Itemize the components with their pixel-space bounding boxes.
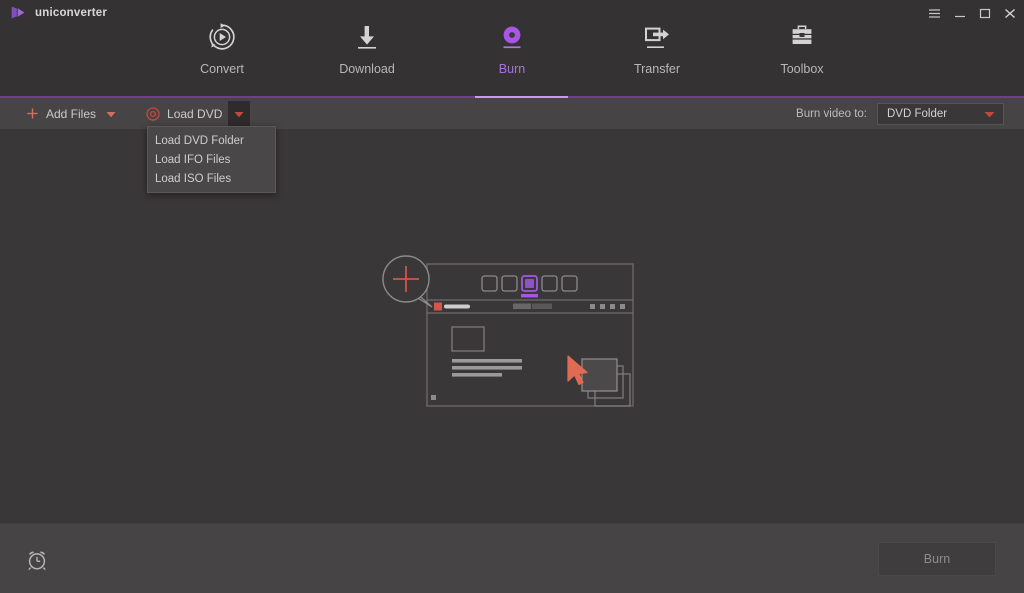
add-files-dropdown-toggle[interactable] <box>100 98 122 129</box>
menu-item-load-ifo-files[interactable]: Load IFO Files <box>148 150 275 169</box>
main-tabs: Convert Download Burn Transfer Toolbox <box>0 18 1024 76</box>
burn-action-button[interactable]: Burn <box>878 542 996 576</box>
disc-icon <box>146 106 160 121</box>
tab-toolbox[interactable]: Toolbox <box>757 18 847 76</box>
burn-action-button-label: Burn <box>923 552 951 566</box>
menu-item-load-iso-files[interactable]: Load ISO Files <box>148 169 275 188</box>
toolbar-right-group: Burn video to: DVD Folder <box>796 98 1004 129</box>
header-navbar: uniconverter Convert Download Burn Trans… <box>0 0 1024 98</box>
chevron-down-icon <box>106 105 116 123</box>
toolbox-briefcase-icon <box>787 18 817 56</box>
tab-convert[interactable]: Convert <box>177 18 267 76</box>
burn-target-value: DVD Folder <box>887 107 948 120</box>
tab-burn[interactable]: Burn <box>467 18 557 76</box>
menu-item-load-dvd-folder[interactable]: Load DVD Folder <box>148 131 275 150</box>
tab-transfer[interactable]: Transfer <box>612 18 702 76</box>
footer-bar: Burn <box>0 523 1024 593</box>
menu-item-label: Load ISO Files <box>155 172 232 185</box>
load-dvd-button[interactable]: Load DVD <box>144 98 224 129</box>
action-toolbar: Add Files Load DVD Burn video to: DVD Fo… <box>0 98 1024 129</box>
tab-toolbox-label: Toolbox <box>780 62 824 76</box>
chevron-down-icon <box>234 105 244 123</box>
menu-item-label: Load IFO Files <box>155 153 231 166</box>
add-files-button[interactable]: Add Files <box>22 98 100 129</box>
burn-disc-icon <box>497 18 527 56</box>
uniconverter-window: uniconverter Convert Download Burn Trans… <box>0 0 1024 593</box>
tab-burn-label: Burn <box>498 62 526 76</box>
transfer-device-arrow-icon <box>642 18 672 56</box>
add-files-label: Add Files <box>46 106 97 121</box>
tab-convert-label: Convert <box>200 62 244 76</box>
drop-files-illustration <box>382 251 644 416</box>
burn-video-to-label: Burn video to: <box>796 107 867 120</box>
chevron-down-icon <box>984 105 995 123</box>
load-dvd-dropdown-menu: Load DVD Folder Load IFO Files Load ISO … <box>147 126 276 193</box>
tab-transfer-label: Transfer <box>633 62 681 76</box>
alarm-clock-icon[interactable] <box>26 549 48 576</box>
load-dvd-dropdown-toggle[interactable] <box>228 101 251 126</box>
convert-circular-play-icon <box>207 18 237 56</box>
menu-item-label: Load DVD Folder <box>155 134 244 147</box>
load-dvd-label: Load DVD <box>167 106 223 121</box>
plus-icon <box>26 107 39 120</box>
download-arrow-icon <box>352 18 382 56</box>
burn-target-select[interactable]: DVD Folder <box>877 102 1004 125</box>
toolbar-left-group: Add Files Load DVD <box>22 98 251 129</box>
tab-download[interactable]: Download <box>322 18 412 76</box>
tab-download-label: Download <box>339 62 395 76</box>
app-name: uniconverter <box>35 6 108 19</box>
